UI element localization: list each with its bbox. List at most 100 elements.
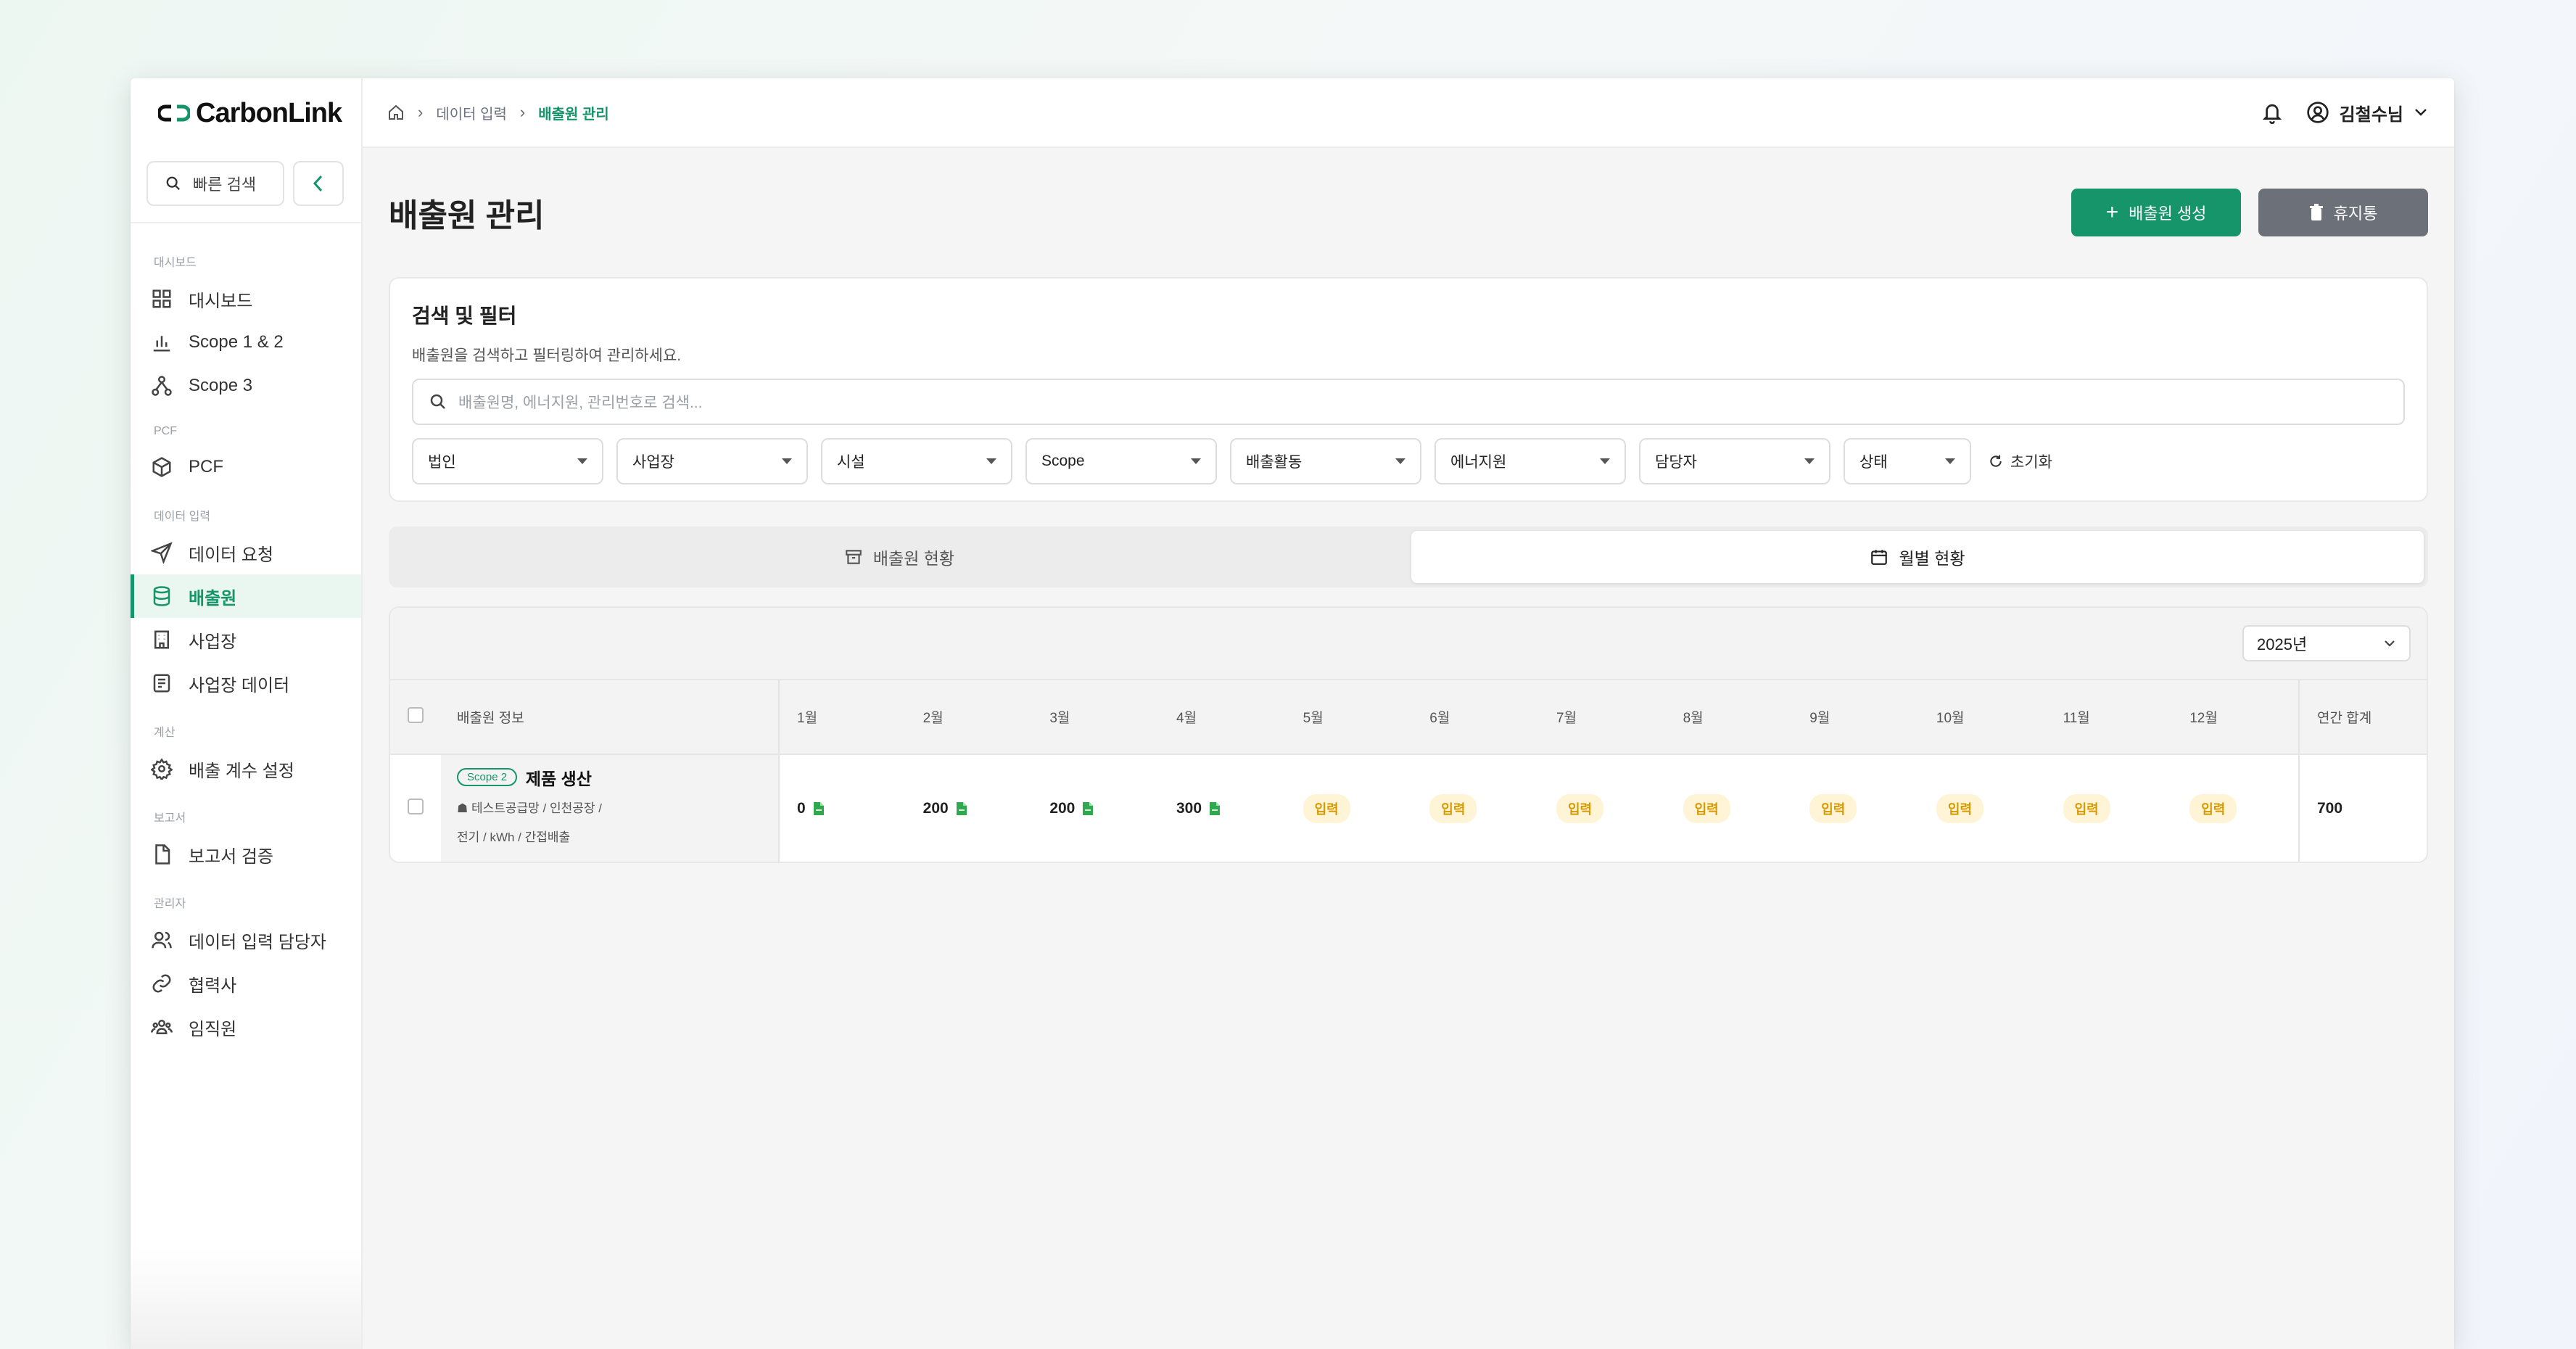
select-label: Scope	[1041, 453, 1085, 469]
filter-site-select[interactable]: 사업장	[616, 438, 808, 484]
select-label: 에너지원	[1450, 454, 1507, 471]
sidebar-item-label: 사업장	[189, 632, 237, 652]
sidebar-item-emission-sources[interactable]: 배출원	[131, 574, 361, 618]
sidebar-item-report-verify[interactable]: 보고서 검증	[131, 833, 361, 876]
caret-down-icon	[782, 458, 792, 464]
file-icon[interactable]	[813, 801, 825, 816]
reset-filters-button[interactable]: 초기화	[1989, 450, 2052, 472]
logo[interactable]: CarbonLink	[131, 78, 361, 148]
search-placeholder: 배출원명, 에너지원, 관리번호로 검색...	[458, 395, 703, 411]
input-button[interactable]: 입력	[1303, 793, 1350, 823]
input-button[interactable]: 입력	[1556, 793, 1604, 823]
sidebar-item-scope3[interactable]: Scope 3	[131, 364, 361, 408]
team-icon	[151, 1020, 173, 1034]
sidebar-item-sites[interactable]: 사업장	[131, 618, 361, 661]
select-label: 담당자	[1655, 454, 1697, 471]
input-button[interactable]: 입력	[1809, 793, 1857, 823]
home-icon[interactable]	[387, 104, 405, 121]
caret-down-icon	[1600, 458, 1610, 464]
select-all-checkbox[interactable]	[408, 706, 424, 723]
quick-search-button[interactable]: 빠른 검색	[146, 161, 284, 206]
sidebar-item-label: 협력사	[189, 975, 237, 996]
topbar: › 데이터 입력 › 배출원 관리 김철수님	[363, 78, 2454, 148]
table-header-row: 배출원 정보 1월 2월 3월 4월 5월 6월 7월 8월 9월 10월 11…	[390, 680, 2427, 755]
sidebar-item-data-request[interactable]: 데이터 요청	[131, 531, 361, 574]
file-icon[interactable]	[956, 801, 967, 816]
month-cell: 입력	[1285, 754, 1413, 862]
month-cell[interactable]: 300	[1158, 754, 1286, 862]
nav-section-data-input: 데이터 입력	[154, 511, 211, 523]
input-button[interactable]: 입력	[1936, 793, 1984, 823]
caret-down-icon	[1804, 458, 1815, 464]
filter-title: 검색 및 필터	[412, 305, 517, 327]
nav-section-pcf: PCF	[154, 425, 177, 437]
filter-manager-select[interactable]: 담당자	[1639, 438, 1830, 484]
input-button[interactable]: 입력	[1429, 793, 1477, 823]
breadcrumb-item[interactable]: 데이터 입력	[436, 102, 507, 123]
file-icon[interactable]	[1082, 801, 1094, 816]
year-value: 2025년	[2257, 635, 2308, 653]
header-info: 배출원 정보	[441, 680, 780, 755]
select-label: 법인	[428, 454, 456, 471]
header-month: 8월	[1665, 680, 1793, 755]
source-info-cell: Scope 2 제품 생산 ☗ 테스트공급망 / 인천공장 / 전기 / kWh…	[441, 754, 780, 862]
search-input[interactable]: 배출원명, 에너지원, 관리번호로 검색...	[412, 379, 2405, 425]
caret-down-icon	[1191, 458, 1201, 464]
filter-activity-select[interactable]: 배출활동	[1230, 438, 1421, 484]
sidebar-item-partners[interactable]: 협력사	[131, 962, 361, 1005]
create-emission-source-button[interactable]: + 배출원 생성	[2071, 189, 2241, 236]
table-row[interactable]: Scope 2 제품 생산 ☗ 테스트공급망 / 인천공장 / 전기 / kWh…	[390, 754, 2427, 862]
header-month: 1월	[779, 680, 906, 755]
input-button[interactable]: 입력	[2189, 793, 2237, 823]
filter-energy-select[interactable]: 에너지원	[1434, 438, 1626, 484]
sidebar-item-emission-factor[interactable]: 배출 계수 설정	[131, 747, 361, 791]
sidebar-item-label: PCF	[189, 457, 223, 477]
caret-down-icon	[1395, 458, 1405, 464]
filter-status-select[interactable]: 상태	[1844, 438, 1971, 484]
trash-button-label: 휴지통	[2333, 205, 2378, 223]
source-name[interactable]: 제품 생산	[526, 770, 592, 788]
chevron-down-icon	[2385, 640, 2395, 647]
collapse-sidebar-button[interactable]	[293, 161, 344, 206]
sidebar-item-data-managers[interactable]: 데이터 입력 담당자	[131, 918, 361, 962]
year-select[interactable]: 2025년	[2242, 625, 2411, 661]
sidebar-item-scope12[interactable]: Scope 1 & 2	[131, 321, 361, 364]
input-button[interactable]: 입력	[1683, 793, 1730, 823]
bell-icon[interactable]	[2261, 101, 2283, 124]
user-menu[interactable]: 김철수님	[2306, 100, 2428, 125]
month-cell[interactable]: 0	[779, 754, 906, 862]
chevron-left-icon	[313, 175, 323, 192]
tab-monthly-status[interactable]: 월별 현황	[1411, 531, 2424, 583]
sidebar-item-site-data[interactable]: 사업장 데이터	[131, 661, 361, 705]
filter-scope-select[interactable]: Scope	[1025, 438, 1217, 484]
sidebar-item-employees[interactable]: 임직원	[131, 1005, 361, 1049]
cube-icon	[152, 457, 171, 477]
month-cell[interactable]: 200	[1032, 754, 1159, 862]
header-month: 4월	[1158, 680, 1286, 755]
month-cell[interactable]: 200	[905, 754, 1033, 862]
sidebar-item-dashboard[interactable]: 대시보드	[131, 277, 361, 321]
page-title: 배출원 관리	[389, 198, 545, 234]
tab-source-status[interactable]: 배출원 현황	[393, 531, 1405, 583]
month-cell: 입력	[1538, 754, 1666, 862]
filter-facility-select[interactable]: 시설	[821, 438, 1012, 484]
document-icon	[155, 844, 170, 865]
sidebar-item-pcf[interactable]: PCF	[131, 445, 361, 489]
breadcrumb-current: 배출원 관리	[538, 106, 609, 123]
filter-corporation-select[interactable]: 법인	[412, 438, 603, 484]
sidebar-nav: 대시보드 대시보드 Scope 1 & 2 Scope 3 PCF PCF 데이…	[131, 223, 361, 1049]
app-window: CarbonLink 빠른 검색 대시보드 대시보드 Scope 1 & 2 S…	[131, 78, 2454, 1349]
input-button[interactable]: 입력	[2063, 793, 2110, 823]
monthly-table: 배출원 정보 1월 2월 3월 4월 5월 6월 7월 8월 9월 10월 11…	[390, 680, 2427, 862]
month-value: 300	[1176, 799, 1202, 817]
calendar-icon	[1871, 550, 1888, 565]
scope-badge: Scope 2	[457, 768, 518, 786]
tab-label: 배출원 현황	[872, 549, 955, 568]
trash-button[interactable]: 휴지통	[2258, 189, 2428, 236]
file-icon[interactable]	[1209, 801, 1221, 816]
header-month: 5월	[1285, 680, 1413, 755]
sidebar-item-label: Scope 3	[189, 376, 253, 395]
row-checkbox[interactable]	[408, 798, 424, 814]
database-icon	[153, 586, 170, 606]
view-tabs: 배출원 현황 월별 현황	[389, 527, 2428, 587]
